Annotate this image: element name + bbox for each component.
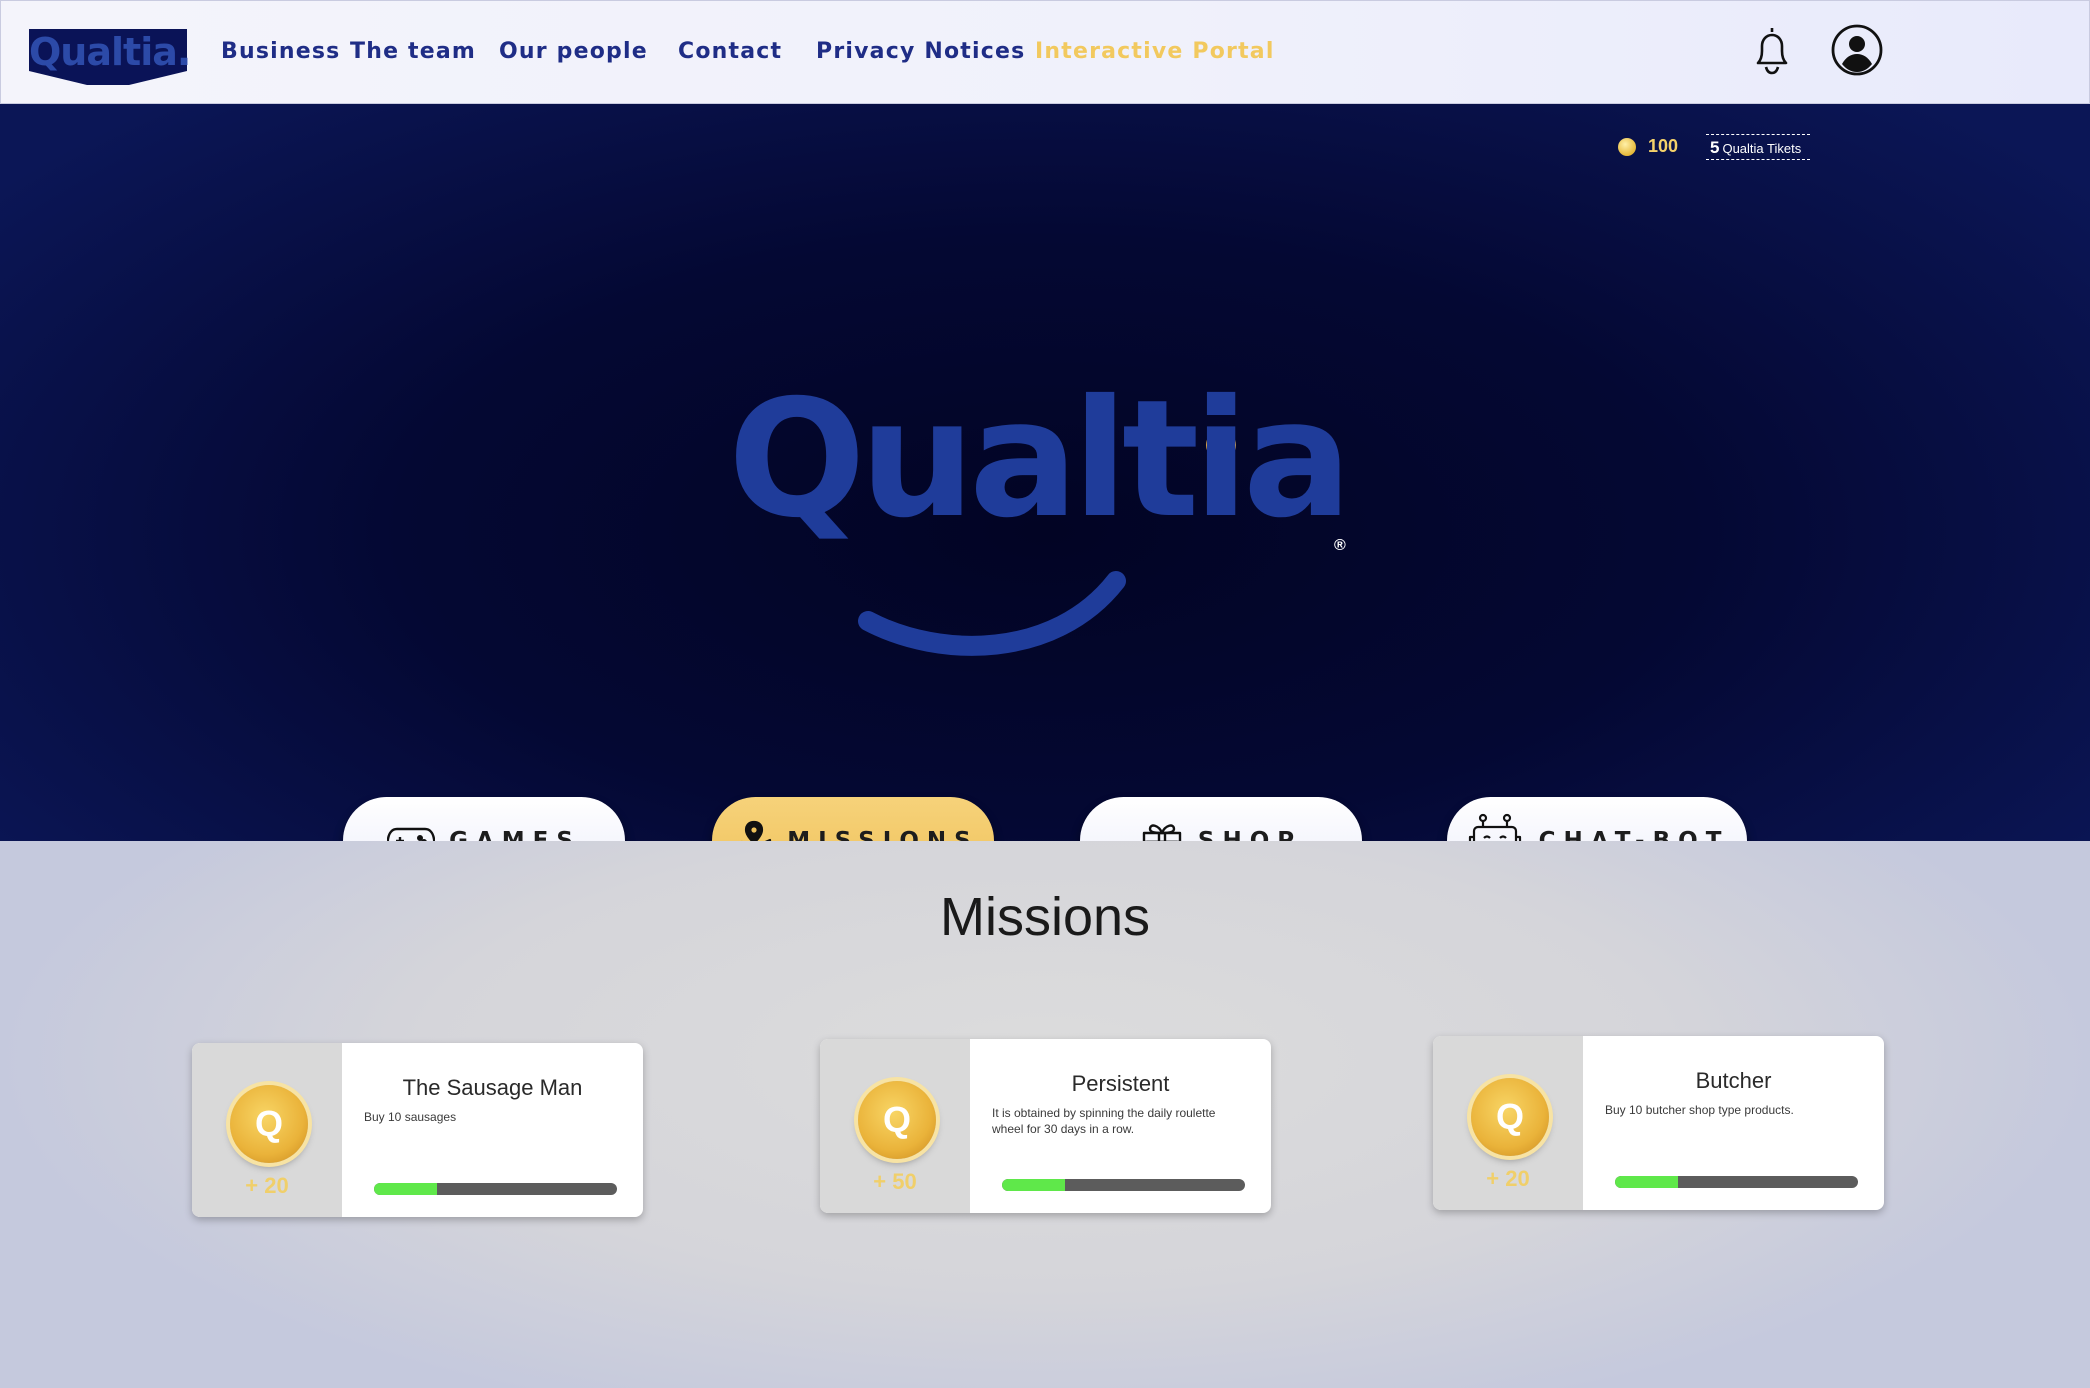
missions-heading: Missions [939,887,1151,947]
mission-reward-panel: Q + 20 [192,1043,342,1217]
mission-description: It is obtained by spinning the daily rou… [992,1106,1216,1137]
coin-icon [1618,138,1636,156]
mission-progress-bar [374,1183,617,1195]
nav-contact[interactable]: Contact [678,39,782,64]
missions-section: Missions Q + 20 The Sausage Man Buy 10 s… [0,841,2090,1388]
mission-card[interactable]: Q + 20 The Sausage Man Buy 10 sausages [192,1043,643,1217]
q-coin-icon: Q [230,1085,308,1163]
mission-title: The Sausage Man [402,1075,583,1100]
mission-progress-fill [1002,1179,1066,1191]
mission-progress-bar [1615,1176,1858,1188]
hero-logo-wordmark: Qualtia [728,366,1352,554]
logo-wordmark: Qualtia. [29,30,191,74]
mission-reward: + 20 [245,1173,289,1198]
coin-balance: 100 [1648,136,1679,156]
mission-card[interactable]: Q + 20 Butcher Buy 10 butcher shop type … [1433,1036,1884,1210]
mission-reward-panel: Q + 50 [820,1039,970,1213]
qualtia-logo[interactable]: Qualtia. [29,29,191,85]
hero-section: 100 5Qualtia Tikets Qualtia ® GAMES MISS… [0,104,2090,884]
mission-title: Butcher [1695,1068,1772,1093]
nav-business[interactable]: Business [221,39,340,64]
mission-reward: + 50 [873,1169,917,1194]
nav-privacy-notices[interactable]: Privacy Notices [816,39,1025,64]
tickets-badge[interactable]: 5 Qualtia Tikets [1706,134,1810,160]
qualtia-hero-logo: Qualtia ® [720,319,1380,669]
mission-card[interactable]: Q + 50 Persistent It is obtained by spin… [820,1039,1271,1213]
nav-interactive-portal[interactable]: Interactive Portal [1035,39,1275,64]
user-profile-icon[interactable] [1830,23,1884,77]
tickets-label: Qualtia Tikets [1722,141,1802,156]
mission-progress-fill [374,1183,438,1195]
nav-our-people[interactable]: Our people [499,39,648,64]
nav-the-team[interactable]: The team [350,39,476,64]
registered-mark: ® [1334,537,1346,554]
logo-smile [858,571,1126,656]
tickets-count: 5 [1710,138,1720,157]
q-coin-icon: Q [858,1081,936,1159]
mission-reward-panel: Q + 20 [1433,1036,1583,1210]
mission-description: Buy 10 sausages [364,1110,457,1124]
top-navbar: Qualtia. Business The team Our people Co… [0,0,2090,104]
mission-progress-bar [1002,1179,1245,1191]
bell-icon[interactable] [1745,23,1799,77]
mission-reward: + 20 [1486,1166,1530,1191]
mission-description: Buy 10 butcher shop type products. [1605,1103,1794,1117]
q-coin-icon: Q [1471,1078,1549,1156]
mission-progress-fill [1615,1176,1679,1188]
mission-title: Persistent [1071,1071,1170,1096]
